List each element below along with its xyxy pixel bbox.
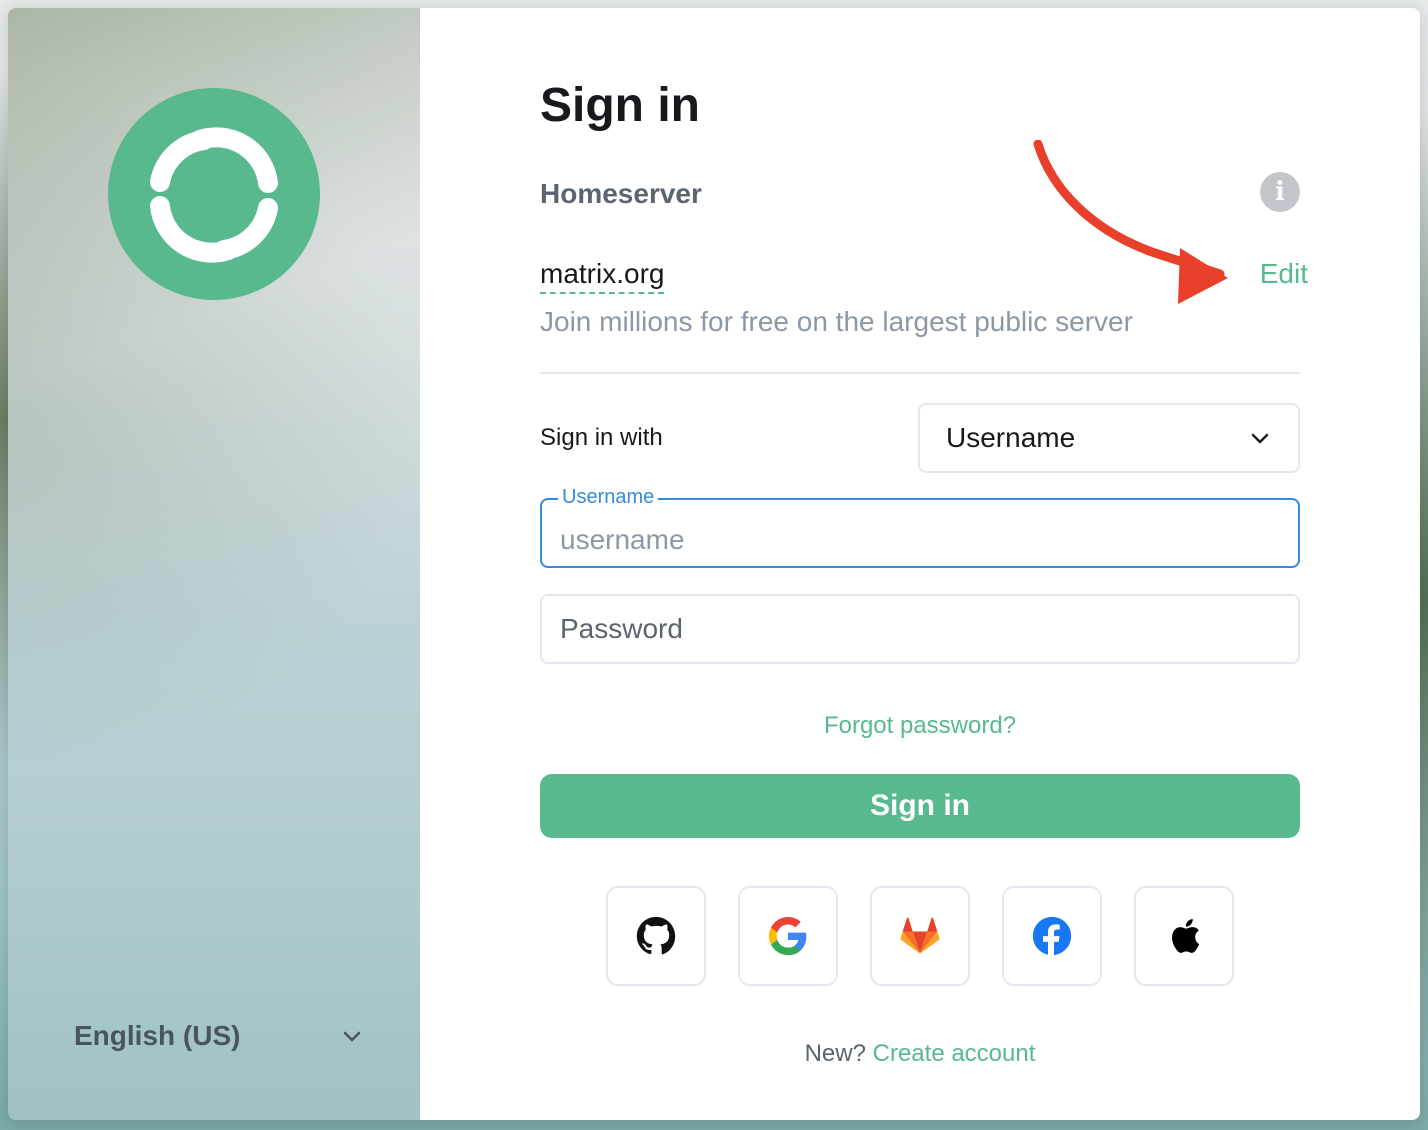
- sign-in-with-label: Sign in with: [540, 424, 663, 451]
- gitlab-icon: [900, 917, 940, 954]
- homeserver-description: Join millions for free on the largest pu…: [540, 306, 1133, 337]
- password-input[interactable]: [560, 596, 1280, 662]
- password-field: [540, 594, 1300, 664]
- sso-gitlab-button[interactable]: [870, 886, 970, 986]
- footer-prefix: New?: [804, 1040, 866, 1067]
- language-selector[interactable]: English (US): [74, 1016, 364, 1056]
- sidebar-panel: English (US): [8, 8, 420, 1120]
- sign-in-button[interactable]: Sign in: [540, 774, 1300, 838]
- login-panel: Sign in Homeserver i matrix.org Edit Joi…: [420, 8, 1420, 1120]
- sso-google-button[interactable]: [738, 886, 838, 986]
- chevron-down-icon: [343, 1031, 361, 1042]
- homeserver-edit-link[interactable]: Edit: [1260, 258, 1308, 290]
- page-title: Sign in: [540, 79, 700, 132]
- homeserver-name: matrix.org: [540, 258, 665, 294]
- element-logo: [108, 88, 320, 300]
- homeserver-label: Homeserver: [540, 178, 702, 209]
- sso-facebook-button[interactable]: [1002, 886, 1102, 986]
- chevron-down-icon: [1251, 433, 1269, 444]
- divider: [540, 372, 1300, 374]
- create-account-footer: New? Create account: [540, 1040, 1300, 1068]
- github-icon: [636, 916, 676, 955]
- annotation-arrow-icon: [1033, 140, 1228, 304]
- element-logo-icon: [150, 127, 278, 263]
- google-icon: [768, 916, 807, 956]
- info-icon[interactable]: i: [1260, 172, 1300, 212]
- forgot-password-link[interactable]: Forgot password?: [540, 712, 1300, 740]
- sso-github-button[interactable]: [606, 886, 706, 986]
- language-label: English (US): [74, 1020, 241, 1051]
- create-account-link[interactable]: Create account: [873, 1040, 1036, 1067]
- username-field: Username: [540, 486, 1300, 568]
- apple-icon: [1172, 919, 1200, 953]
- username-input[interactable]: [560, 500, 1280, 566]
- facebook-icon: [1032, 916, 1072, 956]
- sign-in-method-select[interactable]: Username: [918, 403, 1300, 473]
- sign-in-method-value: Username: [946, 422, 1076, 453]
- login-dialog: English (US) Sign in Homeserver i matrix…: [8, 8, 1420, 1120]
- sso-apple-button[interactable]: [1134, 886, 1234, 986]
